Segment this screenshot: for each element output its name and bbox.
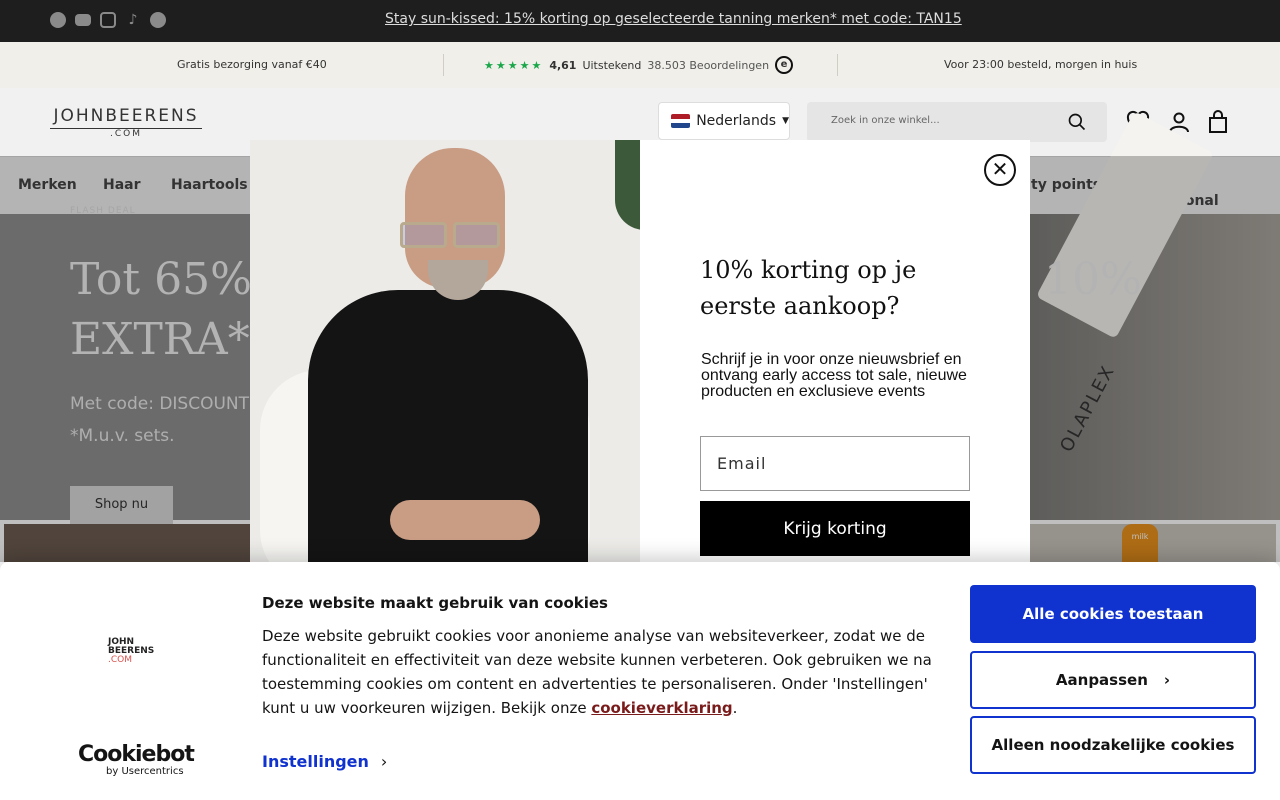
chevron-down-icon: ▼ bbox=[782, 116, 789, 126]
social-links: ♪ bbox=[50, 12, 166, 28]
cookie-policy-link[interactable]: cookieverklaring bbox=[591, 699, 732, 717]
logo-line: .COM bbox=[108, 655, 132, 665]
cookie-description: Deze website gebruikt cookies voor anoni… bbox=[262, 624, 952, 720]
language-label: Nederlands bbox=[696, 113, 777, 129]
usp-delivery: Voor 23:00 besteld, morgen in huis bbox=[944, 58, 1138, 71]
customize-cookies-button[interactable]: Aanpassen › bbox=[970, 651, 1256, 709]
get-discount-button[interactable]: Krijg korting bbox=[700, 501, 970, 556]
rating-score: 4,61 bbox=[549, 58, 577, 72]
announcement-link[interactable]: Stay sun-kissed: 15% korting op geselect… bbox=[385, 11, 962, 27]
usp-free-shipping: Gratis bezorging vanaf €40 bbox=[177, 58, 327, 71]
email-field[interactable] bbox=[700, 436, 970, 491]
usp-bar: Gratis bezorging vanaf €40 ★★★★★ 4,61 Ui… bbox=[0, 42, 1280, 88]
allow-all-cookies-button[interactable]: Alle cookies toestaan bbox=[970, 585, 1256, 643]
necessary-cookies-button[interactable]: Alleen noodzakelijke cookies bbox=[970, 716, 1256, 774]
search-input[interactable]: Zoek in onze winkel... bbox=[831, 115, 940, 126]
glasses-shape bbox=[400, 222, 500, 248]
cookie-text-end: . bbox=[732, 699, 738, 717]
customize-label: Aanpassen bbox=[1055, 671, 1148, 689]
announcement-bar: ♪ Stay sun-kissed: 15% korting op gesele… bbox=[0, 0, 1280, 42]
usp-divider bbox=[837, 54, 838, 76]
cookie-settings-link[interactable]: Instellingen › bbox=[262, 752, 387, 771]
settings-label: Instellingen bbox=[262, 752, 369, 771]
usp-divider bbox=[443, 54, 444, 76]
instagram-icon[interactable] bbox=[100, 12, 116, 28]
chevron-right-icon: › bbox=[1163, 671, 1171, 689]
pinterest-icon[interactable] bbox=[150, 12, 166, 28]
cookiebot-name: Cookiebot bbox=[78, 742, 195, 767]
trustmark-rating[interactable]: ★★★★★ 4,61 Uitstekend 38.503 Beoordeling… bbox=[484, 56, 794, 74]
site-logo[interactable]: JOHNBEERENS .COM bbox=[50, 106, 202, 139]
rating-stars-icon: ★★★★★ bbox=[484, 58, 544, 72]
youtube-icon[interactable] bbox=[75, 14, 91, 26]
search-bar[interactable]: Zoek in onze winkel... bbox=[807, 102, 1107, 142]
facebook-icon[interactable] bbox=[50, 12, 66, 28]
chevron-right-icon: › bbox=[380, 752, 388, 771]
close-icon[interactable]: ✕ bbox=[984, 154, 1016, 186]
search-icon[interactable] bbox=[1067, 112, 1087, 132]
plant-shape bbox=[615, 140, 640, 230]
logo-domain: .COM bbox=[50, 128, 202, 139]
popup-description: Schrijf je in voor onze nieuwsbrief en o… bbox=[701, 351, 967, 400]
cookie-banner: JOHN BEERENS .COM Cookiebot by Usercentr… bbox=[0, 562, 1280, 800]
cookiebot-byline: by Usercentrics bbox=[106, 766, 184, 777]
tiktok-icon[interactable]: ♪ bbox=[125, 12, 141, 28]
cookie-banner-logo: JOHN BEERENS .COM bbox=[108, 638, 154, 665]
logo-text: JOHNBEERENS bbox=[53, 106, 199, 126]
person-hands-shape bbox=[390, 500, 540, 540]
trusted-shops-icon: e bbox=[775, 56, 794, 74]
cart-bag-icon[interactable] bbox=[1206, 110, 1230, 134]
language-selector[interactable]: Nederlands ▼ bbox=[658, 102, 790, 140]
cookiebot-logo[interactable]: Cookiebot by Usercentrics bbox=[78, 742, 195, 778]
cookie-title: Deze website maakt gebruik van cookies bbox=[262, 594, 608, 612]
popup-title: 10% korting op je eerste aankoop? bbox=[700, 256, 917, 320]
netherlands-flag-icon bbox=[671, 114, 691, 128]
review-count: 38.503 Beoordelingen bbox=[647, 58, 770, 72]
newsletter-popup: ✕ 10% korting op je eerste aankoop? Schr… bbox=[250, 140, 1030, 562]
popup-photo bbox=[250, 140, 640, 562]
rating-label: Uitstekend bbox=[582, 58, 642, 72]
